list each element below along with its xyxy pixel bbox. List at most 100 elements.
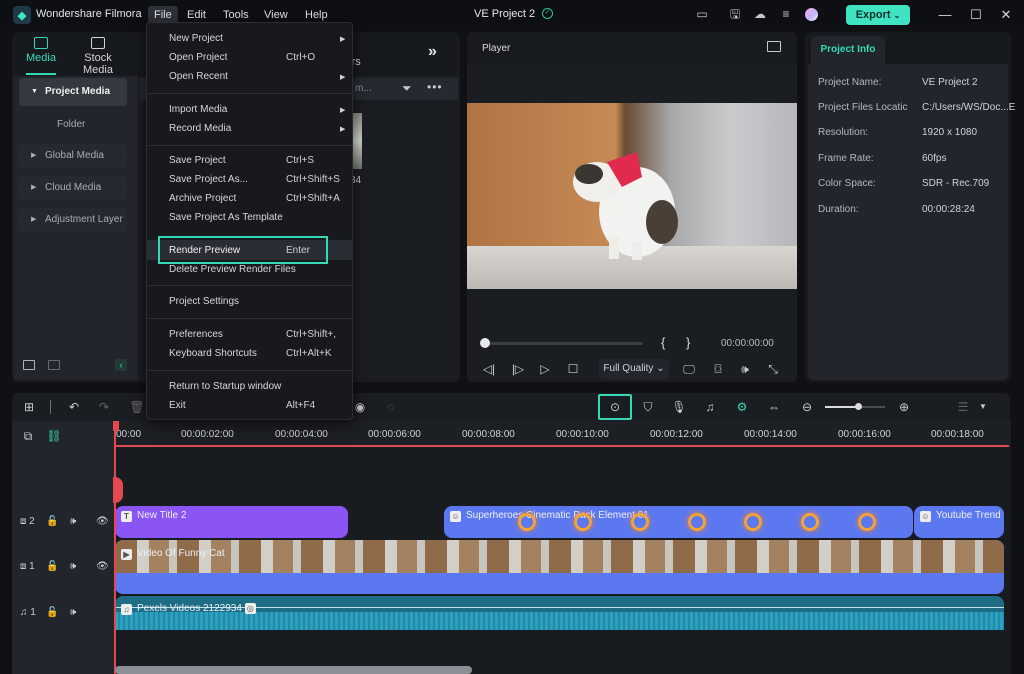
menu-item-record-media[interactable]: Record Media [169, 123, 231, 134]
minimize-button[interactable]: — [937, 6, 953, 24]
effect-clip[interactable]: ☺ Superheroes Cinematic Pack Element 01 [444, 506, 913, 538]
timeline-marker[interactable] [113, 477, 123, 503]
menu-item-project-settings[interactable]: Project Settings [169, 296, 239, 307]
maximize-button[interactable]: ☐ [968, 6, 984, 24]
info-key: Color Space: [818, 178, 876, 189]
submenu-arrow-icon: ▶ [340, 126, 346, 133]
menu-item-import-media[interactable]: Import Media [169, 104, 227, 115]
link-icon[interactable]: ⛓ [46, 428, 62, 444]
scope-chart-icon[interactable] [767, 41, 781, 52]
menu-item-delete-render-files[interactable]: Delete Preview Render Files [169, 264, 296, 275]
redo-icon[interactable]: ↷ [96, 399, 112, 415]
menu-item-return-startup[interactable]: Return to Startup window [169, 381, 281, 392]
snapshot-icon[interactable]: ⌼ [710, 361, 726, 377]
audio-mix-icon[interactable]: ♫ [702, 399, 718, 415]
shortcut: Ctrl+Shift+A [286, 193, 340, 204]
play-icon[interactable]: ▷ [537, 361, 553, 377]
effect-clip-2[interactable]: ☺ Youtube Trend [914, 506, 1004, 538]
playback-progress-knob[interactable] [480, 338, 490, 348]
quality-select[interactable]: Full Quality ⌄ [599, 359, 669, 379]
player-label: Player [482, 43, 511, 54]
layout-icon[interactable]: ▭ [695, 7, 709, 21]
lock-icon[interactable]: 🔓 [46, 516, 58, 527]
prev-frame-icon[interactable]: ◁| [481, 361, 497, 377]
playhead-handle[interactable] [113, 421, 119, 431]
menu-separator [147, 370, 352, 371]
eye-icon[interactable]: 👁 [96, 516, 109, 527]
folder-icon[interactable] [48, 360, 60, 370]
more-icon[interactable]: ••• [427, 80, 443, 94]
title-clip[interactable]: T New Title 2 [115, 506, 348, 538]
menu-item-exit[interactable]: Exit [169, 400, 186, 411]
sidebar-item-project-media[interactable]: ▼ Project Media [19, 78, 127, 106]
marker-icon[interactable]: ⛉ [640, 399, 656, 415]
menu-item-save-project[interactable]: Save Project [169, 155, 226, 166]
close-button[interactable]: ✕ [998, 6, 1014, 24]
filter-icon[interactable]: ⏷ [402, 81, 412, 96]
cloud-upload-icon[interactable]: ☁ [753, 7, 767, 21]
speed-icon[interactable]: ◌ [383, 399, 399, 415]
mute-icon[interactable]: 🕪 [70, 607, 76, 618]
expand-tabs-icon[interactable]: » [428, 43, 437, 61]
sidebar-item-global-media[interactable]: ▶ Global Media [19, 144, 127, 168]
horizontal-scrollbar[interactable] [115, 666, 472, 674]
lock-icon[interactable]: 🔓 [46, 561, 58, 572]
export-button[interactable]: Export ⌄ [846, 5, 910, 25]
shortcut: Alt+F4 [286, 400, 316, 411]
effect-icon: ☺ [450, 511, 461, 522]
new-folder-icon[interactable] [23, 360, 35, 370]
tab-project-info[interactable]: Project Info [811, 36, 885, 64]
dropdown-icon[interactable]: ▼ [975, 399, 991, 415]
sidebar-item-folder[interactable]: Folder [57, 119, 85, 130]
playback-progress-track[interactable] [483, 342, 643, 345]
fullscreen-icon[interactable]: ⤡ [765, 361, 781, 377]
audio-stretch-icon[interactable]: ◉ [352, 399, 368, 415]
menu-item-open-recent[interactable]: Open Recent [169, 71, 228, 82]
undo-icon[interactable]: ↶ [66, 399, 82, 415]
display-icon[interactable]: 🖵 [681, 361, 697, 377]
zoom-out-icon[interactable]: ⊖ [799, 399, 815, 415]
mute-icon[interactable]: 🕪 [70, 516, 76, 527]
fit-timeline-icon[interactable]: ⇔ [766, 399, 782, 415]
next-frame-icon[interactable]: |▷ [510, 361, 526, 377]
delete-icon[interactable]: 🗑 [129, 399, 145, 415]
mute-icon[interactable]: 🕪 [70, 561, 76, 572]
stock-media-icon [91, 37, 105, 49]
add-track-icon[interactable]: ⧉ [20, 428, 36, 444]
snap-icon[interactable]: ⚙ [734, 399, 750, 415]
user-avatar[interactable] [805, 8, 818, 21]
track-height-icon[interactable]: ☰ [955, 399, 971, 415]
menu-item-save-as-template[interactable]: Save Project As Template [169, 212, 283, 223]
stop-icon[interactable]: ☐ [565, 361, 581, 377]
menu-item-open-project[interactable]: Open Project [169, 52, 227, 63]
microphone-icon[interactable]: 🎙 [671, 399, 687, 415]
tab-stock-media[interactable]: Stock Media [70, 37, 126, 76]
mark-out-button[interactable]: } [686, 335, 690, 350]
collapse-sidebar-button[interactable]: ‹ [115, 359, 127, 371]
info-value: 60fps [922, 153, 947, 164]
sidebar-item-cloud-media[interactable]: ▶ Cloud Media [19, 176, 127, 200]
eye-icon[interactable]: 👁 [96, 561, 109, 572]
menu-item-archive-project[interactable]: Archive Project [169, 193, 236, 204]
render-preview-icon[interactable]: ⊙ [607, 399, 623, 415]
menu-lines-icon[interactable]: ≡ [779, 7, 793, 21]
shortcut: Ctrl+Alt+K [286, 348, 332, 359]
menu-item-keyboard-shortcuts[interactable]: Keyboard Shortcuts [169, 348, 257, 359]
playhead[interactable] [114, 421, 116, 674]
sidebar-item-adjustment-layer[interactable]: ▶ Adjustment Layer [19, 208, 127, 232]
zoom-slider-knob[interactable] [855, 403, 862, 410]
zoom-in-icon[interactable]: ⊕ [896, 399, 912, 415]
tab-media[interactable]: Media [24, 37, 58, 75]
layout-grid-icon[interactable]: ⊞ [21, 399, 37, 415]
menu-separator [147, 93, 352, 94]
lock-icon[interactable]: 🔓 [46, 607, 58, 618]
menu-item-preferences[interactable]: Preferences [169, 329, 223, 340]
menu-item-new-project[interactable]: New Project [169, 33, 223, 44]
menu-item-save-project-as[interactable]: Save Project As... [169, 174, 248, 185]
mark-in-button[interactable]: { [661, 335, 665, 350]
save-icon[interactable]: 🖫 [728, 7, 742, 21]
player-header [467, 32, 797, 64]
info-key: Resolution: [818, 127, 869, 138]
volume-icon[interactable]: 🕪 [737, 361, 753, 377]
title-icon: T [121, 511, 132, 522]
